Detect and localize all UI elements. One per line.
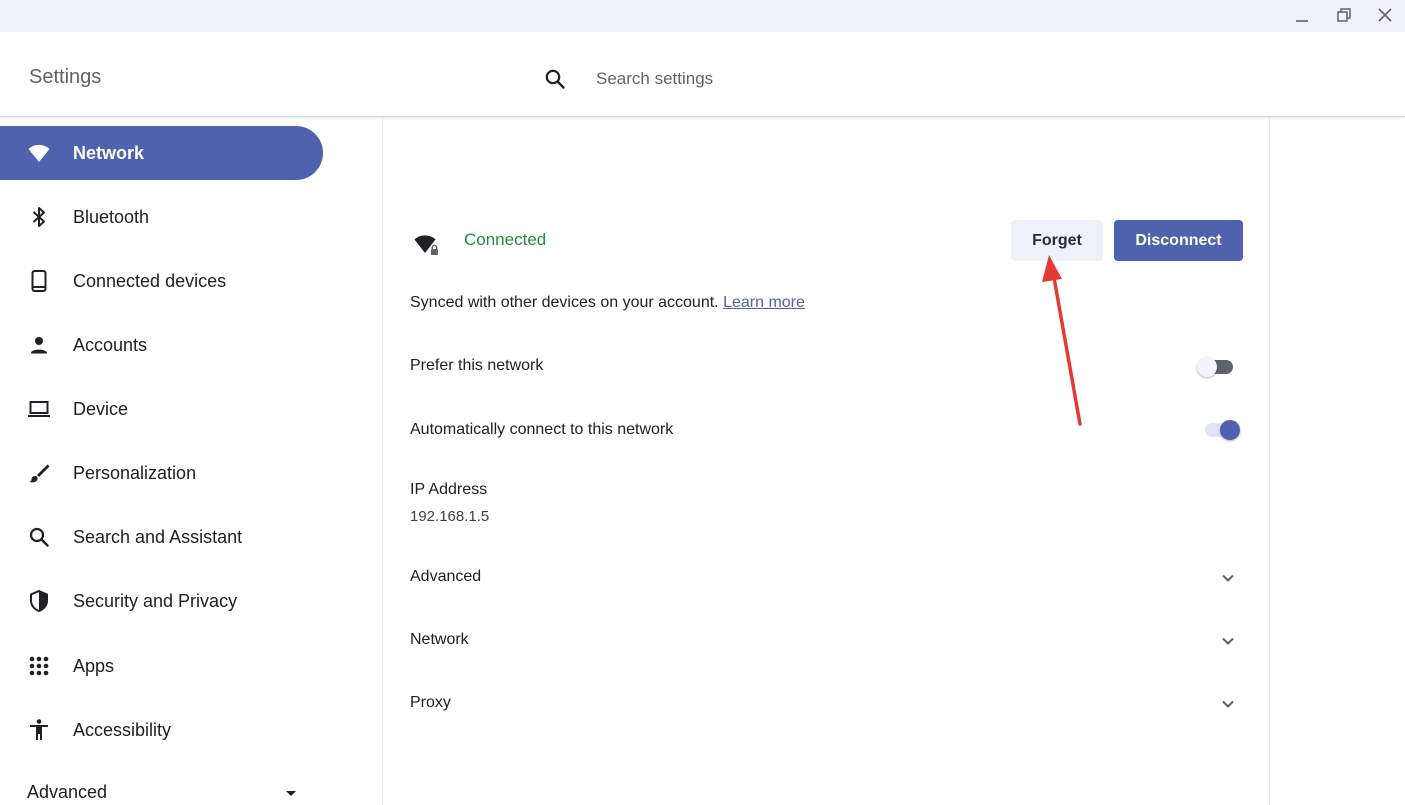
- wifi-locked-icon: [413, 231, 441, 259]
- sidebar-item-label: Device: [73, 398, 129, 419]
- phone-icon: [27, 269, 51, 293]
- close-button[interactable]: [1370, 2, 1400, 28]
- sidebar-advanced-label: Advanced: [27, 782, 108, 802]
- app-title: Settings: [29, 66, 102, 88]
- sidebar-item-security-privacy[interactable]: Security and Privacy: [0, 574, 323, 628]
- sidebar-item-label: Security and Privacy: [73, 590, 238, 611]
- toggle-knob: [1220, 420, 1240, 440]
- sidebar-item-network[interactable]: Network: [0, 126, 323, 180]
- sidebar-item-bluetooth[interactable]: Bluetooth: [0, 190, 323, 244]
- sidebar-item-search-assistant[interactable]: Search and Assistant: [0, 510, 323, 564]
- autoconnect-toggle[interactable]: [1201, 418, 1241, 442]
- autoconnect-label: Automatically connect to this network: [410, 421, 674, 438]
- sidebar: Network Bluetooth Connected devices Acco…: [0, 117, 383, 805]
- wifi-icon: [27, 141, 51, 165]
- sidebar-advanced-toggle[interactable]: Advanced: [0, 770, 320, 805]
- learn-more-link[interactable]: Learn more: [723, 294, 805, 311]
- ip-address-value: 192.168.1.5: [410, 508, 490, 525]
- ip-address-label: IP Address: [410, 481, 488, 498]
- window-titlebar: [0, 0, 1405, 32]
- section-label: Advanced: [410, 568, 482, 585]
- person-icon: [27, 333, 51, 357]
- chevron-down-icon: [1222, 637, 1234, 645]
- synced-text: Synced with other devices on your accoun…: [410, 294, 719, 311]
- sidebar-item-label: Network: [73, 142, 145, 163]
- prefer-network-label: Prefer this network: [410, 357, 544, 374]
- section-label: Proxy: [410, 694, 451, 711]
- restore-button[interactable]: [1329, 2, 1359, 28]
- sidebar-item-label: Personalization: [73, 462, 197, 483]
- synced-row: Synced with other devices on your accoun…: [410, 294, 805, 312]
- sidebar-item-label: Connected devices: [73, 270, 227, 291]
- accessibility-icon: [27, 718, 51, 742]
- settings-header: Settings: [0, 32, 1405, 117]
- minimize-button[interactable]: [1287, 2, 1317, 28]
- prefer-network-toggle[interactable]: [1197, 355, 1237, 379]
- disconnect-button[interactable]: Disconnect: [1114, 220, 1243, 261]
- restore-icon: [1337, 8, 1351, 22]
- minimize-icon: [1296, 20, 1308, 22]
- network-detail-panel: Connected Forget Disconnect Synced with …: [383, 117, 1270, 805]
- connection-status: Connected: [464, 230, 547, 249]
- sidebar-item-accounts[interactable]: Accounts: [0, 318, 323, 372]
- sidebar-item-accessibility[interactable]: Accessibility: [0, 703, 323, 757]
- search-icon: [27, 525, 51, 549]
- chevron-down-icon: [1222, 574, 1234, 582]
- sidebar-item-label: Search and Assistant: [73, 526, 243, 547]
- chevron-down-icon: [1222, 700, 1234, 708]
- laptop-icon: [27, 397, 51, 421]
- search-icon[interactable]: [543, 67, 567, 91]
- shield-icon: [27, 589, 51, 613]
- sidebar-item-label: Accounts: [73, 334, 148, 355]
- toggle-knob: [1197, 357, 1217, 377]
- brush-icon: [27, 461, 51, 485]
- sidebar-item-label: Accessibility: [73, 719, 172, 740]
- search-input[interactable]: [586, 62, 1006, 96]
- forget-button[interactable]: Forget: [1011, 220, 1103, 261]
- sidebar-item-connected-devices[interactable]: Connected devices: [0, 254, 323, 308]
- proxy-section[interactable]: Proxy: [383, 679, 1270, 729]
- sidebar-item-device[interactable]: Device: [0, 382, 323, 436]
- sidebar-item-personalization[interactable]: Personalization: [0, 446, 323, 500]
- bluetooth-icon: [27, 205, 51, 229]
- network-section[interactable]: Network: [383, 616, 1270, 666]
- advanced-section[interactable]: Advanced: [383, 553, 1270, 603]
- sidebar-item-label: Bluetooth: [73, 206, 150, 227]
- sidebar-item-label: Apps: [73, 655, 115, 676]
- close-icon: [1378, 8, 1392, 22]
- sidebar-item-apps[interactable]: Apps: [0, 639, 323, 693]
- apps-grid-icon: [27, 654, 51, 678]
- caret-down-icon: [286, 791, 296, 796]
- section-label: Network: [410, 631, 469, 648]
